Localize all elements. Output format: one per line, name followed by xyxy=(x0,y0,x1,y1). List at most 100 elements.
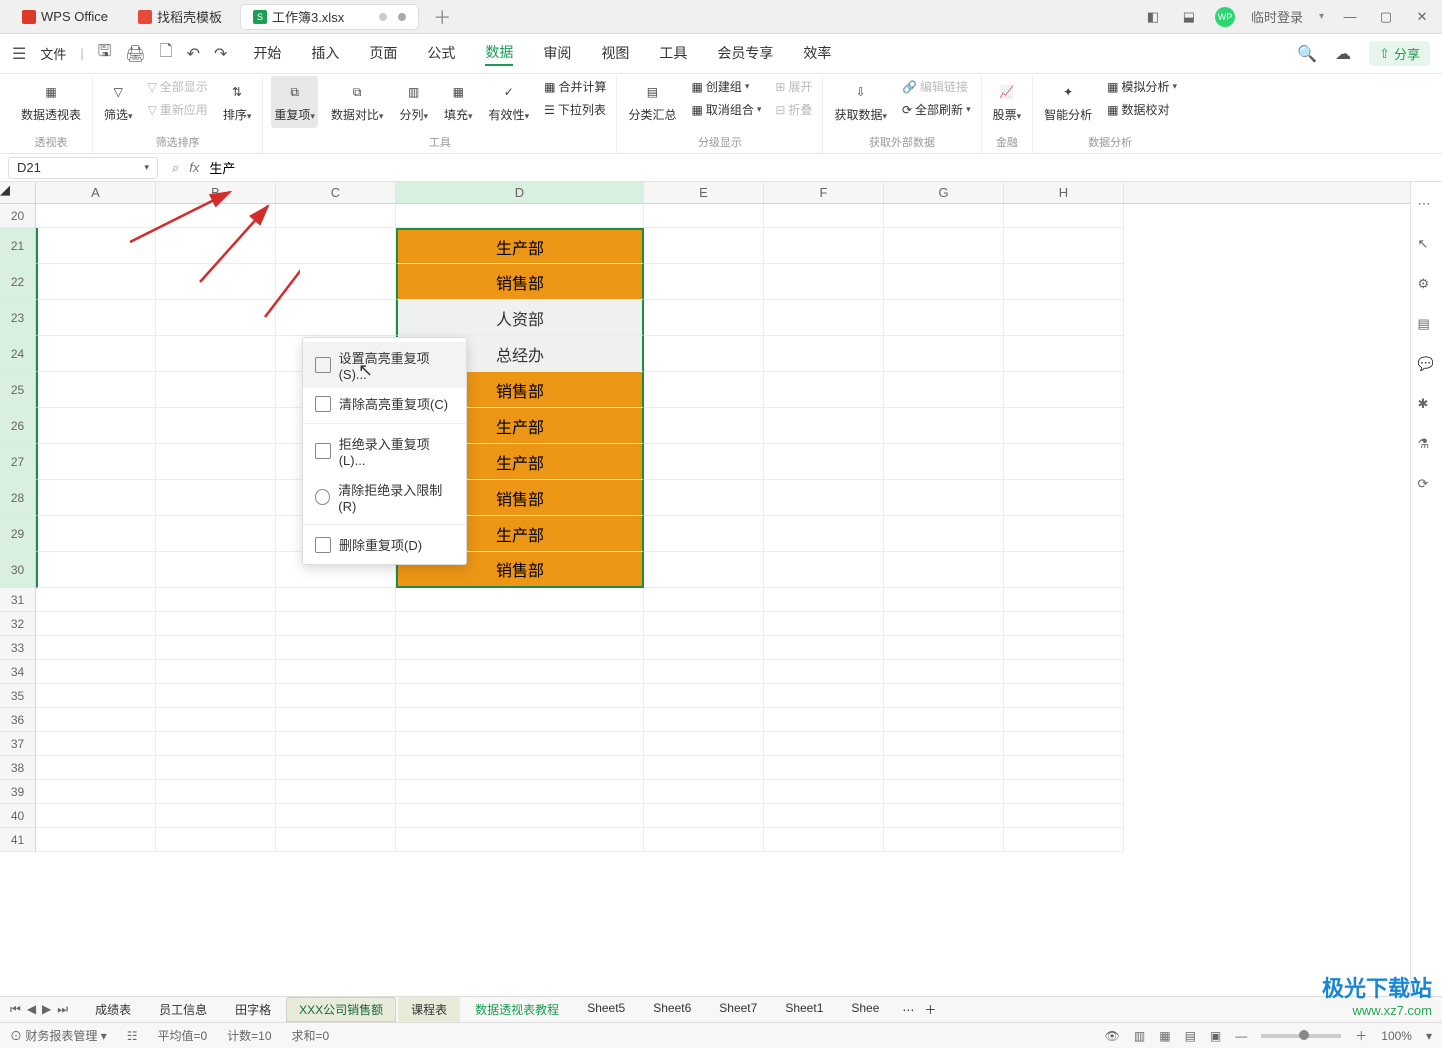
cell-G27[interactable] xyxy=(884,444,1004,480)
cell-E31[interactable] xyxy=(644,588,764,612)
cell-F30[interactable] xyxy=(764,552,884,588)
cell-E40[interactable] xyxy=(644,804,764,828)
cell-H26[interactable] xyxy=(1004,408,1124,444)
side-ellipsis-icon[interactable]: ⋯ xyxy=(1418,196,1436,214)
cell-E21[interactable] xyxy=(644,228,764,264)
cell-C21[interactable] xyxy=(276,228,396,264)
cell-B23[interactable] xyxy=(156,300,276,336)
cell-B29[interactable] xyxy=(156,516,276,552)
cell-F25[interactable] xyxy=(764,372,884,408)
reapply-button[interactable]: ▽重新应用 xyxy=(146,99,210,120)
row-header-30[interactable]: 30 xyxy=(0,552,36,588)
sheet-tab-成绩表[interactable]: 成绩表 xyxy=(82,997,144,1022)
add-sheet-icon[interactable]: ＋ xyxy=(924,1001,936,1018)
select-all-corner[interactable]: ◢ xyxy=(0,182,36,203)
cell-C34[interactable] xyxy=(276,660,396,684)
cell-D35[interactable] xyxy=(396,684,644,708)
cell-F22[interactable] xyxy=(764,264,884,300)
sheet-tab-课程表[interactable]: 课程表 xyxy=(398,997,460,1022)
cell-H21[interactable] xyxy=(1004,228,1124,264)
cell-G28[interactable] xyxy=(884,480,1004,516)
cell-F27[interactable] xyxy=(764,444,884,480)
cell-B33[interactable] xyxy=(156,636,276,660)
cell-E37[interactable] xyxy=(644,732,764,756)
cell-B37[interactable] xyxy=(156,732,276,756)
cell-D37[interactable] xyxy=(396,732,644,756)
cell-D22[interactable]: 销售部 xyxy=(396,264,644,300)
cell-E39[interactable] xyxy=(644,780,764,804)
cell-H25[interactable] xyxy=(1004,372,1124,408)
cell-F37[interactable] xyxy=(764,732,884,756)
cell-G29[interactable] xyxy=(884,516,1004,552)
subtotal-button[interactable]: ▤分类汇总 xyxy=(625,76,679,128)
cell-E20[interactable] xyxy=(644,204,764,228)
redo-icon[interactable]: ↷ xyxy=(214,44,227,64)
cube-icon[interactable]: ⬓ xyxy=(1179,7,1199,27)
cell-A31[interactable] xyxy=(36,588,156,612)
cell-E29[interactable] xyxy=(644,516,764,552)
cell-F21[interactable] xyxy=(764,228,884,264)
cell-F41[interactable] xyxy=(764,828,884,852)
cell-C33[interactable] xyxy=(276,636,396,660)
cell-F26[interactable] xyxy=(764,408,884,444)
cell-A37[interactable] xyxy=(36,732,156,756)
col-header-H[interactable]: H xyxy=(1004,182,1124,203)
cell-E41[interactable] xyxy=(644,828,764,852)
dd-remove-dup[interactable]: 删除重复项(D) xyxy=(303,529,466,560)
dropdown-list-button[interactable]: ☰下拉列表 xyxy=(542,99,608,120)
dd-set-highlight[interactable]: 设置高亮重复项(S)... xyxy=(303,342,466,388)
print-icon[interactable]: 🖨 xyxy=(125,44,145,64)
cell-B20[interactable] xyxy=(156,204,276,228)
cell-G24[interactable] xyxy=(884,336,1004,372)
cell-A33[interactable] xyxy=(36,636,156,660)
cell-H27[interactable] xyxy=(1004,444,1124,480)
row-header-37[interactable]: 37 xyxy=(0,732,36,756)
sheet-tab-数据透视表教程[interactable]: 数据透视表教程 xyxy=(462,997,572,1022)
cell-A27[interactable] xyxy=(36,444,156,480)
row-header-41[interactable]: 41 xyxy=(0,828,36,852)
cell-D41[interactable] xyxy=(396,828,644,852)
ungroup-button[interactable]: ▦取消组合▾ xyxy=(689,99,763,120)
fx-icon[interactable]: fx xyxy=(189,160,199,175)
cell-B28[interactable] xyxy=(156,480,276,516)
sort-button[interactable]: ⇅排序▾ xyxy=(220,76,255,128)
cell-C32[interactable] xyxy=(276,612,396,636)
side-layers-icon[interactable]: ▤ xyxy=(1418,316,1436,334)
cell-D38[interactable] xyxy=(396,756,644,780)
cell-A35[interactable] xyxy=(36,684,156,708)
row-header-27[interactable]: 27 xyxy=(0,444,36,480)
smart-analysis-button[interactable]: ✦智能分析 xyxy=(1041,76,1095,128)
cell-H32[interactable] xyxy=(1004,612,1124,636)
menu-tab-数据[interactable]: 数据 xyxy=(485,42,513,66)
menu-tab-视图[interactable]: 视图 xyxy=(601,43,629,65)
sheet-next-icon[interactable]: ▶ xyxy=(42,1002,51,1017)
menu-tab-开始[interactable]: 开始 xyxy=(253,43,281,65)
cell-F29[interactable] xyxy=(764,516,884,552)
cell-B30[interactable] xyxy=(156,552,276,588)
cell-G40[interactable] xyxy=(884,804,1004,828)
cell-E36[interactable] xyxy=(644,708,764,732)
cell-G39[interactable] xyxy=(884,780,1004,804)
cell-A23[interactable] xyxy=(36,300,156,336)
sheet-tab-田字格[interactable]: 田字格 xyxy=(222,997,284,1022)
cell-F23[interactable] xyxy=(764,300,884,336)
row-header-22[interactable]: 22 xyxy=(0,264,36,300)
sheet-tab-Sheet1[interactable]: Sheet1 xyxy=(772,997,836,1022)
apps-icon[interactable]: ◧ xyxy=(1143,7,1163,27)
fill-button[interactable]: ▦填充▾ xyxy=(441,76,476,128)
cell-B27[interactable] xyxy=(156,444,276,480)
share-button[interactable]: ⇧ 分享 xyxy=(1369,41,1430,66)
cell-B22[interactable] xyxy=(156,264,276,300)
cell-C31[interactable] xyxy=(276,588,396,612)
row-header-32[interactable]: 32 xyxy=(0,612,36,636)
show-all-button[interactable]: ▽全部显示 xyxy=(146,76,210,97)
cell-F40[interactable] xyxy=(764,804,884,828)
cell-H31[interactable] xyxy=(1004,588,1124,612)
menu-tab-页面[interactable]: 页面 xyxy=(369,43,397,65)
row-header-35[interactable]: 35 xyxy=(0,684,36,708)
side-chat-icon[interactable]: 💬 xyxy=(1418,356,1436,374)
cell-A34[interactable] xyxy=(36,660,156,684)
row-header-38[interactable]: 38 xyxy=(0,756,36,780)
cell-G26[interactable] xyxy=(884,408,1004,444)
app-tab-wps[interactable]: WPS Office xyxy=(10,4,120,30)
